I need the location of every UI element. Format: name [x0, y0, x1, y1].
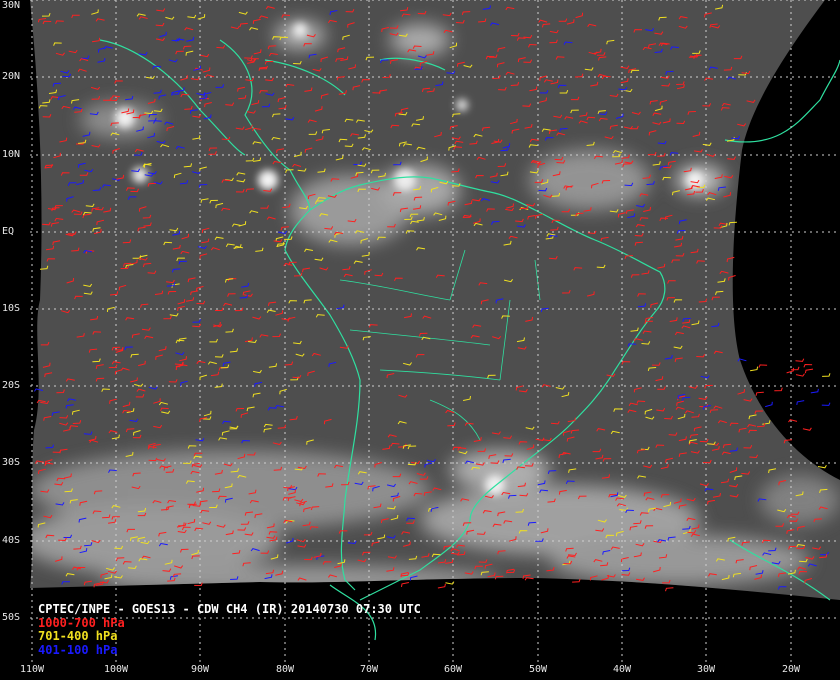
wind-barb: [795, 358, 805, 362]
wind-barb: [445, 581, 455, 585]
wind-barb: [755, 391, 764, 396]
wind-barb: [810, 388, 819, 394]
wind-barb: [786, 367, 794, 374]
wind-barb: [788, 419, 798, 423]
wind-barb: [822, 373, 831, 377]
wind-barb: [802, 427, 812, 431]
longitude-label: 40W: [612, 664, 632, 675]
latitude-label: 20S: [2, 380, 21, 391]
latitude-label: 30S: [2, 457, 21, 468]
longitude-label: 90W: [190, 664, 210, 675]
wind-barb: [774, 387, 783, 392]
wind-barb: [750, 366, 759, 372]
map-caption: CPTEC/INPE - GOES13 - CDW CH4 (IR) 20140…: [38, 602, 421, 657]
longitude-label: 110W: [19, 664, 45, 675]
map-canvas: [30, 0, 840, 662]
latitude-label: 50S: [2, 612, 21, 623]
longitude-label: 70W: [359, 664, 379, 675]
longitude-label: 30W: [696, 664, 716, 675]
longitude-label: 50W: [528, 664, 548, 675]
wind-barb: [437, 583, 446, 589]
wind-barb: [758, 364, 768, 368]
latitude-label: 30N: [2, 0, 21, 11]
wind-barb: [790, 366, 800, 371]
longitude-label: 80W: [275, 664, 295, 675]
latitude-label: 40S: [2, 535, 21, 546]
satellite-map: 30N 20N 10N EQ 10S 20S 30S 40S 50S 110W 100W 90W 80…: [0, 0, 840, 680]
legend-entry-low-level: 1000-700 hPa: [38, 615, 125, 630]
longitude-label: 100W: [103, 664, 129, 675]
wind-barb: [817, 464, 827, 469]
latitude-label: 20N: [2, 71, 21, 82]
wind-barb: [796, 400, 805, 405]
wind-barb: [804, 368, 814, 374]
wind-barb: [803, 363, 813, 368]
legend-entry-high-level: 401-100 hPa: [38, 642, 118, 657]
wind-barb: [795, 373, 805, 377]
wind-barb: [821, 402, 831, 406]
latitude-label: EQ: [2, 226, 15, 237]
latitude-label: 10N: [2, 149, 21, 160]
legend-entry-mid-level: 701-400 hPa: [38, 629, 118, 643]
wind-barb: [765, 401, 773, 408]
wind-barb: [524, 577, 534, 581]
latitude-label: 10S: [2, 303, 21, 314]
wind-barb: [401, 582, 409, 587]
longitude-label: 20W: [781, 664, 801, 675]
wind-barb: [665, 587, 674, 592]
longitude-label: 60W: [443, 664, 463, 675]
caption-title: CPTEC/INPE - GOES13 - CDW CH4 (IR) 20140…: [38, 602, 421, 616]
